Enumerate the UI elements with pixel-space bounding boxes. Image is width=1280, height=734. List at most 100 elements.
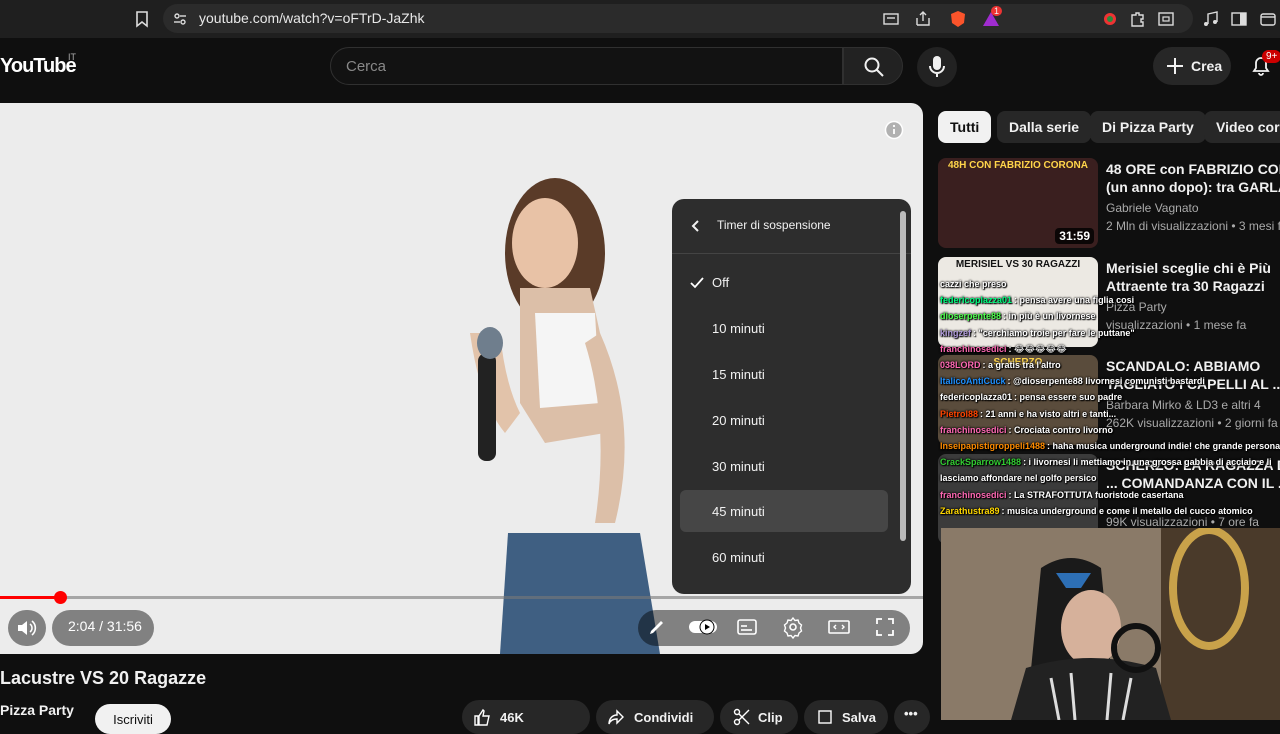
- sidebar-icon[interactable]: [1229, 9, 1249, 29]
- site-settings-icon[interactable]: [170, 9, 190, 29]
- chat-message: CrackSparrow1488: i livornesi li mettiam…: [940, 454, 1280, 470]
- thumbnail-text: 48H CON FABRIZIO CORONA: [947, 160, 1088, 171]
- subscribe-button[interactable]: Iscriviti: [95, 704, 171, 734]
- sleep-timer-option[interactable]: 30 minuti: [672, 445, 888, 487]
- controls-pill: [638, 610, 910, 646]
- brave-shield-icon[interactable]: [948, 9, 968, 29]
- share-button[interactable]: Condividi: [596, 700, 714, 734]
- duration-badge: 31:59: [1055, 228, 1094, 244]
- youtube-logo[interactable]: YouTube: [0, 55, 77, 78]
- chat-text: : Crociata contro livorno: [1008, 424, 1114, 435]
- progress-played: [0, 596, 60, 599]
- youtube-header: YouTube IT Cerca Crea 9+: [0, 38, 1280, 94]
- bookmark-icon[interactable]: [132, 9, 152, 29]
- settings-gear-icon[interactable]: [781, 615, 805, 639]
- chat-message: dioserpente88: in più è un livornese: [940, 308, 1280, 324]
- share-label: Condividi: [634, 710, 694, 725]
- create-button[interactable]: Crea: [1153, 47, 1231, 85]
- more-dots-icon: •••: [904, 706, 918, 721]
- menu-header[interactable]: Timer di sospensione: [672, 199, 911, 254]
- chat-text: : haha musica underground indie! che gra…: [1047, 441, 1280, 452]
- wallet-icon[interactable]: [1258, 9, 1278, 29]
- recommended-video[interactable]: 48H CON FABRIZIO CORONA 31:59 48 ORE con F…: [938, 158, 1280, 250]
- chat-message: federicoplazza01: pensa essere suo padre: [940, 389, 1280, 405]
- channel-name[interactable]: Pizza Party: [0, 702, 74, 718]
- sleep-timer-option-label: 10 minuti: [712, 321, 765, 336]
- sleep-timer-option[interactable]: 60 minuti: [672, 536, 888, 578]
- chat-message: federicoplazza01: pensa avere una figlia…: [940, 292, 1280, 308]
- progress-bar[interactable]: [0, 591, 923, 604]
- chat-message: Pietrol88: 21 anni e ha visto altri e ta…: [940, 406, 1280, 422]
- video-thumbnail[interactable]: 48H CON FABRIZIO CORONA 31:59: [938, 158, 1098, 248]
- search-icon: [864, 57, 884, 77]
- chat-text: : "cerchiamo troie per fare le puttane": [973, 327, 1135, 338]
- chat-text: : pensa essere suo padre: [1014, 392, 1123, 403]
- extension-icon[interactable]: [1100, 9, 1120, 29]
- recommended-title-line[interactable]: (un anno dopo): tra GARLASC: [1106, 178, 1280, 196]
- filter-chip[interactable]: Dalla serie: [997, 111, 1092, 143]
- streamer-webcam: [941, 528, 1280, 720]
- logo-country-code: IT: [68, 52, 76, 62]
- microphone-icon: [929, 56, 945, 77]
- chat-message: franchinosedici: Crociata contro livorno: [940, 422, 1280, 438]
- menu-scrollbar[interactable]: [900, 211, 906, 541]
- autoplay-toggle-icon[interactable]: [688, 615, 718, 639]
- extensions-puzzle-icon[interactable]: [1128, 9, 1148, 29]
- url-text[interactable]: youtube.com/watch?v=oFTrD-JaZhk: [199, 10, 425, 26]
- sleep-timer-option-label: 20 minuti: [712, 413, 765, 428]
- sleep-timer-option[interactable]: 15 minuti: [672, 353, 888, 395]
- chat-text: : i livornesi li mettiamo in una grossa …: [1023, 457, 1272, 468]
- recommended-channel[interactable]: Gabriele Vagnato: [1106, 201, 1199, 215]
- screenshot-icon[interactable]: [1156, 9, 1176, 29]
- clip-button[interactable]: Clip: [720, 700, 798, 734]
- chat-username: federicoplazza01: [940, 392, 1013, 403]
- chat-message: Zarathustra89: musica underground e come…: [940, 503, 1280, 519]
- fullscreen-icon[interactable]: [873, 615, 897, 639]
- info-icon[interactable]: [884, 120, 904, 140]
- filter-chip[interactable]: Tutti: [938, 111, 992, 143]
- search-input[interactable]: Cerca: [330, 47, 843, 85]
- sleep-timer-option[interactable]: 20 minuti: [672, 399, 888, 441]
- chat-username: kingzef: [940, 327, 972, 338]
- chat-username: franchinosedici: [940, 343, 1007, 354]
- sleep-timer-option[interactable]: 10 minuti: [672, 307, 888, 349]
- chat-text: cazzi che preso: [940, 279, 1007, 289]
- filter-chip[interactable]: Video cor: [1204, 111, 1280, 143]
- chat-text: lasciamo affondare nel golfo persico: [940, 473, 1097, 484]
- more-actions-button[interactable]: •••: [894, 700, 930, 734]
- sleep-timer-option[interactable]: Fine del video: [672, 582, 888, 594]
- recommended-title-line[interactable]: Merisiel sceglie chi è Più: [1106, 259, 1280, 277]
- edit-icon[interactable]: [645, 615, 669, 639]
- chat-text: : pensa avere una figlia cosi: [1014, 295, 1135, 306]
- sleep-timer-menu: Timer di sospensione Off 10 minuti 15 minu…: [672, 199, 911, 594]
- subtitles-icon[interactable]: [735, 615, 759, 639]
- filter-chip[interactable]: Di Pizza Party: [1090, 111, 1206, 143]
- chat-text: : a gratis tra l'altro: [982, 360, 1061, 371]
- video-player[interactable]: Timer di sospensione Off 10 minuti 15 minu…: [0, 103, 923, 654]
- chat-username: CrackSparrow1488: [940, 457, 1022, 468]
- chat-username: ItalicoAntiCuck: [940, 376, 1006, 387]
- save-button[interactable]: Salva: [804, 700, 888, 734]
- checkmark-icon: [690, 277, 704, 289]
- chat-username: franchinosedici: [940, 424, 1007, 435]
- sleep-timer-option-label: Off: [712, 275, 730, 290]
- like-button[interactable]: 46K: [462, 700, 590, 734]
- sleep-timer-option[interactable]: Off: [672, 261, 888, 303]
- voice-search-button[interactable]: [917, 47, 957, 87]
- chat-text: : 21 anni e ha visto altri e tanti...: [980, 408, 1117, 419]
- cast-icon[interactable]: [881, 9, 901, 29]
- chevron-left-icon[interactable]: [688, 218, 702, 234]
- sleep-timer-option-label: 30 minuti: [712, 459, 765, 474]
- recommended-title-line[interactable]: 48 ORE con FABRIZIO CORON: [1106, 160, 1280, 178]
- volume-button[interactable]: [8, 610, 46, 646]
- time-display: 2:04 / 31:56: [68, 618, 142, 634]
- progress-scrubber[interactable]: [53, 591, 67, 604]
- music-icon[interactable]: [1201, 9, 1221, 29]
- sleep-timer-option[interactable]: 45 minuti: [680, 490, 888, 532]
- sleep-timer-option-label: 15 minuti: [712, 367, 765, 382]
- chat-message: franchinosedici: 😂😂😂😂😂: [940, 341, 1280, 357]
- search-button[interactable]: [843, 47, 903, 85]
- share-icon[interactable]: [913, 9, 933, 29]
- theater-mode-icon[interactable]: [827, 615, 851, 639]
- share-arrow-icon: [608, 709, 624, 725]
